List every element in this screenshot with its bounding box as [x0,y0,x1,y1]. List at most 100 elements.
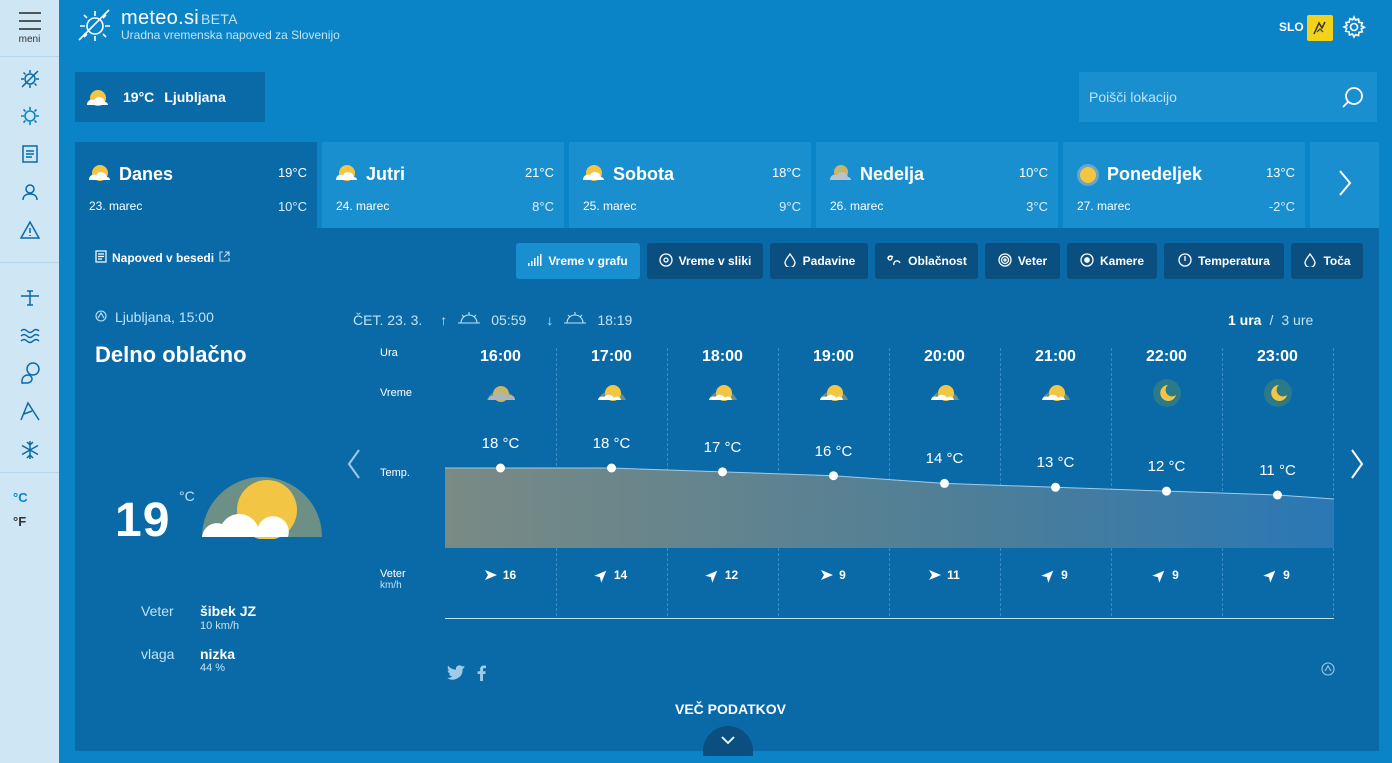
more-data-button[interactable] [703,726,753,756]
sun-cloud-icon [1000,378,1111,402]
snowflake-icon[interactable] [17,437,43,463]
temperature-point[interactable] [718,467,727,477]
tab-toca[interactable]: Toča [1291,243,1363,279]
day-name: Ponedeljek [1107,164,1203,184]
beta-badge: BETA [201,11,238,27]
temperature-point[interactable] [1162,486,1171,496]
temperature-point[interactable] [1273,490,1282,500]
search-input[interactable]: Poišči lokacijo [1089,89,1177,105]
location-pin-icon [658,252,673,270]
logo-icon[interactable] [75,6,113,49]
tab-temperatura[interactable]: Temperatura [1164,243,1284,279]
day-tab[interactable]: Ponedeljek 27. marec 13°C -2°C [1063,142,1305,228]
user-icon[interactable] [17,179,43,205]
sun-icon [1075,162,1101,193]
condition-title: Delno oblačno [95,342,247,367]
tab-oblacnost[interactable]: Oblačnost [875,243,978,279]
temperature-point[interactable] [1051,482,1060,492]
temperature-point[interactable] [607,463,616,473]
date-line: ČET. 23. 3. ↑ 05:59 ↓ 18:19 [353,311,632,328]
thermometer-icon [1178,252,1192,270]
hail-icon [1303,252,1317,270]
forecast-panel: Napoved v besedi Vreme v grafu Vreme v s… [75,228,1379,756]
gear-icon[interactable] [1342,15,1367,44]
prev-hours-button[interactable] [347,448,361,485]
tab-veter[interactable]: Veter [985,243,1060,279]
next-days-button[interactable] [1310,142,1379,228]
day-tab[interactable]: Sobota 25. marec 18°C 9°C [569,142,811,228]
temperature-point[interactable] [940,478,949,488]
document-icon[interactable] [17,141,43,167]
sun-cloud-icon [85,87,111,107]
unit-celsius[interactable]: °C [13,490,28,505]
plane-icon[interactable] [17,284,43,310]
search-box[interactable]: Poišči lokacijo [1079,72,1377,122]
sun-cloud-icon [87,162,113,187]
location-marker-icon [95,309,107,325]
row-label-weather: Vreme [380,387,412,399]
twitter-icon[interactable] [447,665,465,686]
unit-fahrenheit[interactable]: °F [13,514,26,529]
temperature-point[interactable] [496,463,505,473]
day-name: Sobota [613,164,674,184]
next-hours-button[interactable] [1350,448,1364,485]
chevron-right-icon [1337,169,1353,202]
day-low: -2°C [1268,199,1295,214]
waves-icon[interactable] [17,322,43,348]
language-selector[interactable]: SLO [1279,20,1304,34]
sun-cloud-icon [556,378,667,402]
drop-icon [783,252,797,270]
hamburger-icon [18,12,41,30]
day-date: 25. marec [583,199,637,213]
hour-label: 18:00 [702,348,743,365]
wind-cell: 9 [1111,567,1222,583]
day-tabs: Danes 23. marec 19°C 10°C Jutri 24. mare… [75,142,1379,228]
mountain-icon[interactable] [17,398,43,424]
day-date: 23. marec [89,199,143,213]
wind-speed-value: 12 [724,568,739,582]
search-icon[interactable] [1341,85,1365,114]
social-links [447,665,486,686]
wind-arrow-icon [705,567,721,583]
wind-arrow-icon [594,567,610,583]
wind-cell: 11 [889,568,1000,582]
menu-button[interactable]: meni [0,0,59,56]
humidity-value: nizka [200,646,236,662]
tab-padavine[interactable]: Padavine [770,243,868,279]
chevron-down-icon [720,732,736,750]
day-tab[interactable]: Danes 23. marec 19°C 10°C [75,142,317,228]
tab-kamere[interactable]: Kamere [1067,243,1157,279]
sun-icon[interactable] [17,103,43,129]
interval-1h[interactable]: 1 ura [1228,312,1261,328]
wind-icon [998,252,1012,270]
wind-speed: 10 km/h [200,620,240,632]
day-tab[interactable]: Jutri 24. marec 21°C 8°C [322,142,564,228]
day-high: 10°C [1018,165,1048,180]
interval-3h[interactable]: 3 ure [1281,312,1313,328]
location-marker-icon[interactable] [1321,662,1335,681]
wind-label: Veter [141,603,174,619]
day-tab[interactable]: Nedelja 26. marec 10°C 3°C [816,142,1058,228]
warning-icon[interactable] [17,217,43,243]
tab-vreme-v-sliki[interactable]: Vreme v sliki [647,243,763,279]
temperature-point[interactable] [829,471,838,481]
tab-vreme-v-grafu[interactable]: Vreme v grafu [516,243,640,279]
day-low: 8°C [532,199,554,214]
text-forecast-link[interactable]: Napoved v besedi [95,250,230,266]
wind-cell: 9 [778,568,889,582]
day-date: 24. marec [336,199,390,213]
wind-unit: km/h [380,580,402,591]
app-title[interactable]: meteo.si BETA [121,7,238,30]
facebook-icon[interactable] [477,665,486,686]
current-location[interactable]: 19°C Ljubljana [75,72,265,122]
chart-icon [528,253,542,269]
more-data-label[interactable]: VEČ PODATKOV [675,701,786,717]
day-low: 3°C [1026,199,1048,214]
wind-arrow-icon [1152,567,1168,583]
flag-icon[interactable] [1307,15,1333,41]
wind-speed-value: 11 [947,568,960,582]
day-name: Jutri [366,164,406,184]
weather-balloon-icon[interactable] [17,360,43,386]
sun-cloud-icon[interactable] [17,66,43,92]
humidity-label: vlaga [141,646,175,662]
